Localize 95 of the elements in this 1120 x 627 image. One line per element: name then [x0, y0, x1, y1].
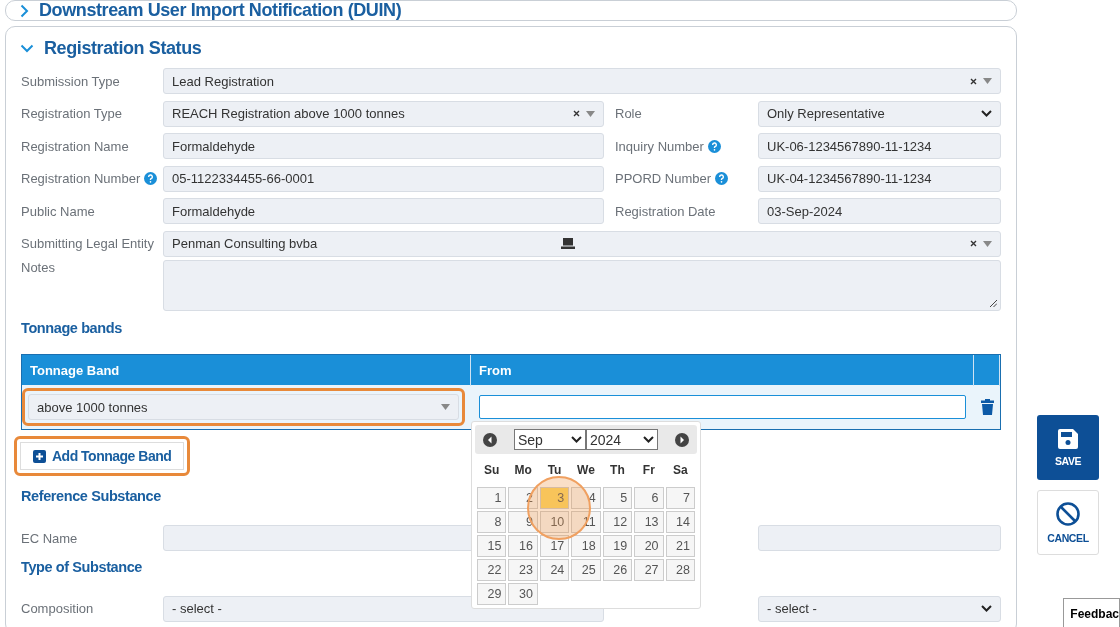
- calendar-day[interactable]: 15: [477, 535, 507, 557]
- help-icon[interactable]: [715, 172, 729, 186]
- calendar-day[interactable]: 29: [477, 583, 507, 605]
- clear-icon[interactable]: [970, 240, 977, 248]
- combo-field[interactable]: Penman Consulting bvba: [163, 230, 1001, 257]
- add-tonnage-band-button[interactable]: Add Tonnage Band: [20, 442, 185, 470]
- calendar-day[interactable]: 1: [477, 487, 507, 509]
- subsection-title: Reference Substance: [21, 487, 161, 506]
- clear-icon[interactable]: [573, 110, 580, 118]
- calendar-day[interactable]: 6: [634, 487, 664, 509]
- calendar-day[interactable]: 18: [571, 535, 601, 557]
- field-label: Submission Type: [21, 73, 120, 89]
- calendar-day[interactable]: 17: [539, 535, 570, 557]
- field-label: PPORD Number: [615, 171, 712, 187]
- calendar-day[interactable]: 30: [508, 583, 538, 605]
- text-field[interactable]: Formaldehyde: [163, 133, 604, 160]
- caret-icon: [586, 110, 595, 117]
- chevron-down-icon: [643, 436, 654, 443]
- calendar-day[interactable]: 12: [602, 511, 633, 533]
- field-label: Submitting Legal Entity: [21, 236, 154, 252]
- text-field[interactable]: [758, 525, 1001, 552]
- field-label: Notes: [21, 260, 55, 275]
- caret-icon: [983, 240, 992, 247]
- calendar-day[interactable]: 5: [602, 487, 633, 509]
- weekday-label: Su: [483, 462, 501, 479]
- weekday-label: Tu: [546, 462, 563, 479]
- field-label: Role: [615, 106, 642, 122]
- save-button[interactable]: SAVE: [1037, 415, 1099, 480]
- weekday-label: We: [576, 462, 596, 479]
- calendar-day[interactable]: 19: [602, 535, 633, 557]
- field-label: Registration Name: [21, 138, 129, 154]
- weekday-label: Sa: [671, 462, 689, 479]
- calendar-day[interactable]: 26: [602, 559, 633, 581]
- select-field[interactable]: - select -: [758, 595, 1001, 622]
- caret-icon: [983, 78, 992, 85]
- chevron-down-icon: [981, 110, 992, 118]
- calendar-day[interactable]: 23: [508, 559, 538, 581]
- subsection-title: Tonnage bands: [21, 320, 122, 336]
- calendar-day[interactable]: 7: [665, 487, 695, 509]
- section-title[interactable]: Registration Status: [44, 37, 202, 59]
- text-field[interactable]: Formaldehyde: [163, 198, 604, 225]
- help-icon[interactable]: [707, 139, 721, 153]
- combo-field[interactable]: REACH Registration above 1000 tonnes: [163, 100, 604, 127]
- subsection-title: Type of Substance: [21, 557, 143, 577]
- clear-icon[interactable]: [970, 77, 977, 85]
- plus-icon: [33, 449, 46, 463]
- chevron-right-icon[interactable]: [20, 3, 29, 18]
- field-label: Registration Date: [615, 203, 716, 219]
- calendar-day[interactable]: 28: [665, 559, 695, 581]
- laptop-icon: [561, 238, 575, 250]
- combo-field[interactable]: Lead Registration: [163, 68, 1001, 95]
- calendar-day[interactable]: 20: [634, 535, 664, 557]
- calendar-day[interactable]: 14: [665, 511, 695, 533]
- chevron-down-icon: [571, 436, 582, 443]
- calendar-day[interactable]: 24: [539, 559, 570, 581]
- calendar-day[interactable]: 10: [539, 511, 570, 533]
- text-field[interactable]: 05-1122334455-66-0001: [163, 165, 604, 192]
- calendar-day[interactable]: 8: [477, 511, 507, 533]
- text-field[interactable]: 03-Sep-2024: [758, 198, 1001, 225]
- section-title[interactable]: Downstream User Import Notification (DUIN): [39, 0, 402, 21]
- month-select[interactable]: Sep: [514, 429, 586, 450]
- previous-icon[interactable]: [483, 432, 497, 447]
- field-label: Composition: [21, 601, 94, 617]
- chevron-down-icon: [981, 605, 992, 613]
- feedback-tab[interactable]: Feedbac: [1063, 598, 1120, 627]
- calendar-day[interactable]: 25: [571, 559, 601, 581]
- calendar-day[interactable]: 22: [477, 559, 507, 581]
- text-field[interactable]: UK-06-1234567890-11-1234: [758, 133, 1001, 160]
- help-icon[interactable]: [144, 172, 158, 186]
- cancel-button[interactable]: CANCEL: [1037, 490, 1099, 555]
- date-field[interactable]: [479, 395, 966, 419]
- calendar-day[interactable]: 21: [665, 535, 695, 557]
- calendar-day[interactable]: 27: [634, 559, 664, 581]
- chevron-down-icon[interactable]: [20, 43, 34, 53]
- notes-field[interactable]: [163, 260, 1001, 311]
- select-field[interactable]: Only Representative: [758, 100, 1001, 127]
- weekday-label: Fr: [641, 462, 656, 479]
- text-field[interactable]: UK-04-1234567890-11-1234: [758, 165, 1001, 192]
- resize-handle-icon[interactable]: [990, 300, 997, 307]
- field-label: Registration Number: [21, 171, 141, 187]
- field-label: EC Name: [21, 530, 78, 546]
- prohibited-icon: [1056, 501, 1080, 526]
- select-field[interactable]: above 1000 tonnes: [28, 394, 459, 420]
- calendar-day[interactable]: 13: [634, 511, 664, 533]
- next-icon[interactable]: [675, 432, 689, 447]
- field-label: Registration Type: [21, 106, 122, 122]
- year-select[interactable]: 2024: [586, 429, 658, 450]
- field-label: Public Name: [21, 203, 95, 219]
- field-label: Inquiry Number: [615, 138, 704, 154]
- weekday-label: Mo: [513, 462, 533, 479]
- calendar-day[interactable]: 4: [571, 487, 601, 509]
- caret-icon: [441, 404, 450, 410]
- weekday-label: Th: [609, 462, 626, 479]
- trash-icon[interactable]: [980, 399, 994, 415]
- calendar-day[interactable]: 16: [508, 535, 538, 557]
